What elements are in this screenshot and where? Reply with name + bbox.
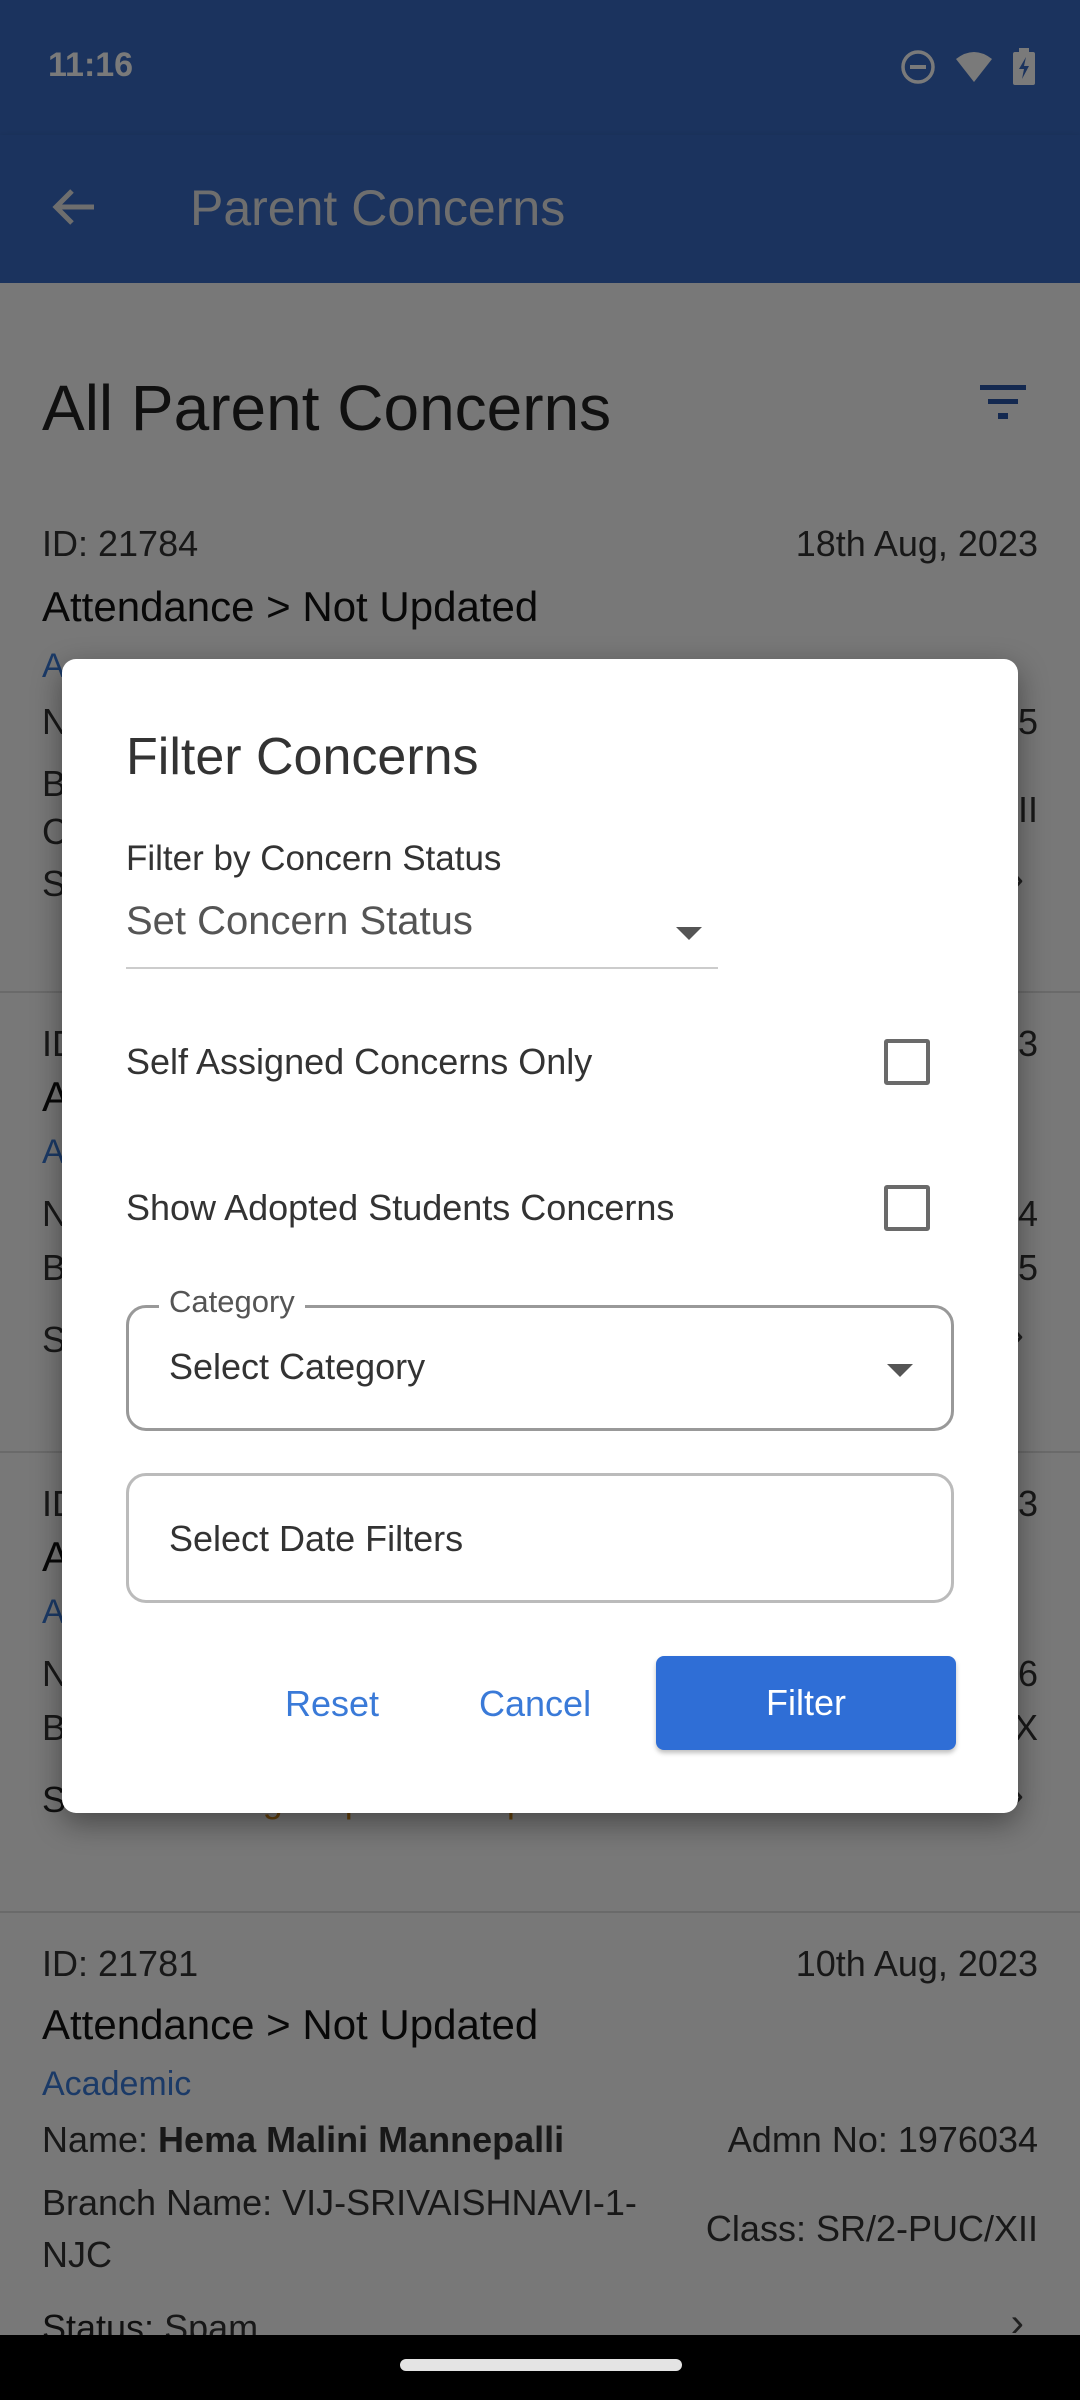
category-label: Category [159,1284,305,1320]
status-filter-label: Filter by Concern Status [126,839,502,878]
category-dropdown[interactable]: Category Select Category [126,1284,954,1431]
caret-down-icon [887,1364,913,1377]
date-filter-placeholder: Select Date Filters [169,1518,464,1559]
reset-button[interactable]: Reset [285,1683,379,1725]
category-placeholder: Select Category [169,1346,426,1387]
date-filter-field[interactable]: Select Date Filters [126,1473,954,1603]
adopted-students-row[interactable]: Show Adopted Students Concerns [126,1179,956,1239]
concern-status-dropdown[interactable]: Set Concern Status [126,899,718,969]
self-assigned-label: Self Assigned Concerns Only [126,1041,593,1082]
caret-down-icon [676,927,702,940]
cancel-button[interactable]: Cancel [479,1683,591,1725]
concern-status-placeholder: Set Concern Status [126,899,473,943]
system-nav-bar [0,2335,1080,2400]
dialog-title: Filter Concerns [126,728,479,786]
self-assigned-checkbox[interactable] [884,1039,930,1085]
adopted-students-label: Show Adopted Students Concerns [126,1187,675,1228]
filter-button[interactable]: Filter [656,1656,956,1750]
self-assigned-row[interactable]: Self Assigned Concerns Only [126,1033,956,1093]
home-gesture-handle[interactable] [400,2359,682,2371]
filter-dialog: Filter Concerns Filter by Concern Status… [62,659,1018,1813]
adopted-students-checkbox[interactable] [884,1185,930,1231]
